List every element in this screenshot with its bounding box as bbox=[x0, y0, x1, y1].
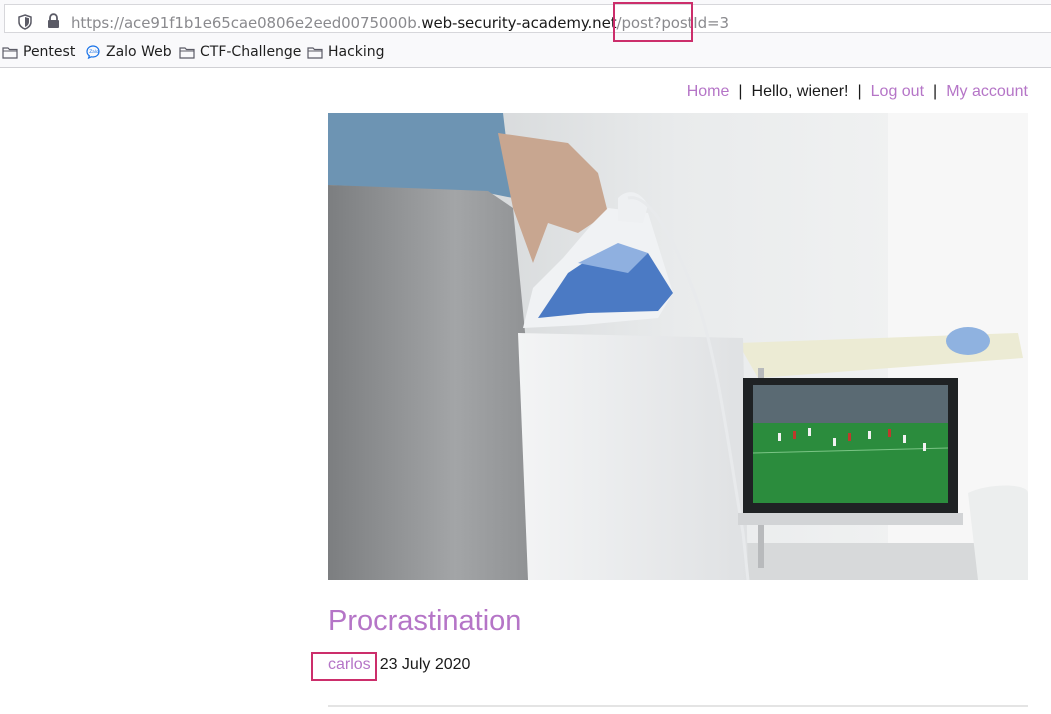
shield-icon[interactable] bbox=[18, 14, 32, 30]
url-prefix: https://ace91f1b1e65cae0806e2eed0075000b… bbox=[71, 14, 422, 32]
folder-icon bbox=[307, 46, 323, 59]
url-host: web-security-academy.net bbox=[421, 14, 617, 32]
url-query: ?postId=3 bbox=[653, 14, 729, 32]
bookmark-hacking[interactable]: Hacking bbox=[307, 44, 385, 60]
url-text[interactable]: https://ace91f1b1e65cae0806e2eed0075000b… bbox=[71, 14, 729, 32]
post-author-link[interactable]: carlos bbox=[328, 656, 371, 673]
content-divider bbox=[328, 705, 1028, 707]
hero-illustration bbox=[328, 113, 1028, 580]
folder-icon bbox=[179, 46, 195, 59]
top-navigation: Home | Hello, wiener! | Log out | My account bbox=[687, 83, 1028, 101]
address-bar[interactable]: https://ace91f1b1e65cae0806e2eed0075000b… bbox=[4, 4, 1051, 33]
bookmark-ctf-challenge[interactable]: CTF-Challenge bbox=[179, 44, 301, 60]
bookmark-label: Pentest bbox=[23, 44, 76, 60]
nav-logout-link[interactable]: Log out bbox=[871, 83, 924, 100]
bookmark-zalo-web[interactable]: Zalo Zalo Web bbox=[85, 44, 172, 60]
bookmarks-toolbar: Pentest Zalo Zalo Web CTF-Challenge Hack… bbox=[0, 38, 1051, 68]
nav-home-link[interactable]: Home bbox=[687, 83, 730, 100]
bookmark-label: Hacking bbox=[328, 44, 385, 60]
greeting-text: Hello, wiener! bbox=[751, 83, 849, 100]
post-hero-image bbox=[328, 113, 1028, 580]
bookmark-label: Zalo Web bbox=[106, 44, 172, 60]
nav-separator: | bbox=[933, 83, 938, 100]
browser-toolbar: https://ace91f1b1e65cae0806e2eed0075000b… bbox=[0, 0, 1051, 38]
post-date: 23 July 2020 bbox=[379, 656, 471, 673]
nav-separator: | bbox=[738, 83, 743, 100]
url-path: /post bbox=[616, 14, 654, 32]
bookmark-pentest[interactable]: Pentest bbox=[2, 44, 75, 60]
lock-icon[interactable] bbox=[47, 13, 60, 29]
bookmark-label: CTF-Challenge bbox=[200, 44, 302, 60]
svg-text:Zalo: Zalo bbox=[89, 49, 99, 55]
zalo-icon: Zalo bbox=[86, 45, 100, 60]
nav-my-account-link[interactable]: My account bbox=[946, 83, 1028, 100]
post-meta: carlos 23 July 2020 bbox=[328, 656, 470, 674]
post-title: Procrastination bbox=[328, 605, 522, 637]
folder-icon bbox=[2, 46, 18, 59]
nav-separator: | bbox=[857, 83, 862, 100]
